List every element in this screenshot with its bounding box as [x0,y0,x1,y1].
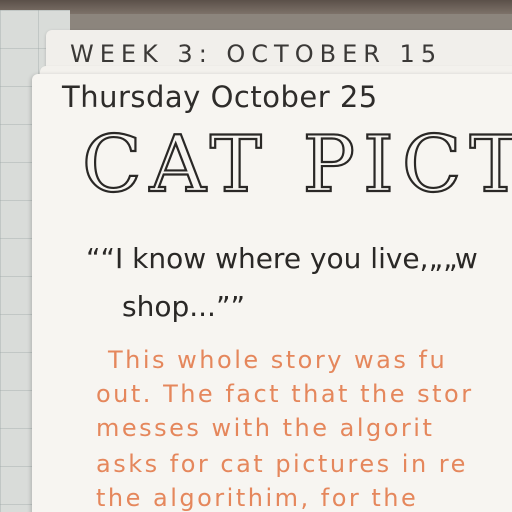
note-line-4: asks for cat pictures in re [96,450,468,478]
note-line-1: This whole story was fu [108,346,448,374]
date-line: Thursday October 25 [62,80,378,114]
quote-line-2: shop...”” [122,290,245,323]
desk-surface [0,0,512,14]
notebook-photo: WEEK 3: OCTOBER 15 Thursday October 25 C… [0,0,512,512]
note-line-5: the algorithim, for the [96,484,419,512]
note-line-2: out. The fact that the stor [96,380,474,408]
quote-line-1: ““I know where you live,„„w [86,242,478,275]
note-line-3: messes with the algorit [96,414,435,442]
front-page: Thursday October 25 CAT PICTURES ““I kno… [32,74,512,512]
week-header: WEEK 3: OCTOBER 15 [70,40,443,68]
page-title: CAT PICTURES [81,119,512,211]
